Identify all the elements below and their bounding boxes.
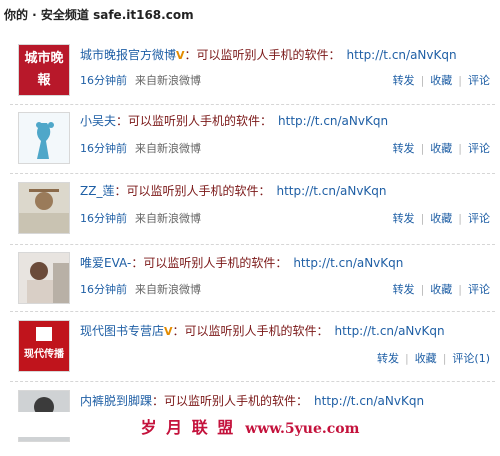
post-source: 来自新浪微博 bbox=[135, 212, 201, 225]
post-link[interactable]: http://t.cn/aNvKqn bbox=[293, 256, 403, 270]
post-message: ：可以监听别人手机的软件： bbox=[184, 48, 341, 62]
post-message: ：可以监听别人手机的软件： bbox=[116, 114, 273, 128]
avatar[interactable] bbox=[18, 182, 70, 234]
comment-button[interactable]: 评论(1) bbox=[452, 352, 490, 365]
top-bar: 你的 · 安全频道 safe.it168.com bbox=[0, 0, 500, 28]
user-name[interactable]: 内裤脱到脚踝 bbox=[80, 394, 152, 408]
post-link[interactable]: http://t.cn/aNvKqn bbox=[276, 184, 386, 198]
post-link[interactable]: http://t.cn/aNvKqn bbox=[278, 114, 388, 128]
comment-button[interactable]: 评论 bbox=[468, 283, 490, 296]
user-name[interactable]: 城市晚报官方微博 bbox=[80, 48, 176, 62]
post-link[interactable]: http://t.cn/aNvKqn bbox=[347, 48, 457, 62]
verified-badge-icon: V bbox=[164, 325, 173, 338]
post-time[interactable]: 16分钟前 bbox=[80, 212, 127, 225]
avatar[interactable] bbox=[18, 112, 70, 164]
post-time[interactable]: 16分钟前 bbox=[80, 142, 127, 155]
favorite-button[interactable]: 收藏 bbox=[430, 212, 452, 225]
post-message: ：可以监听别人手机的软件： bbox=[114, 184, 271, 198]
feed-item: 小吴夫：可以监听别人手机的软件： http://t.cn/aNvKqn 16分钟前… bbox=[0, 110, 500, 178]
post-source: 来自新浪微博 bbox=[135, 283, 201, 296]
post-link[interactable]: http://t.cn/aNvKqn bbox=[314, 394, 424, 408]
comment-button[interactable]: 评论 bbox=[468, 74, 490, 87]
post-message: ：可以监听别人手机的软件： bbox=[172, 324, 329, 338]
favorite-button[interactable]: 收藏 bbox=[415, 352, 437, 365]
verified-badge-icon: V bbox=[176, 49, 185, 62]
repost-button[interactable]: 转发 bbox=[377, 352, 399, 365]
avatar-logo-text: 现代传播 bbox=[24, 349, 64, 360]
divider bbox=[10, 104, 495, 105]
repost-button[interactable]: 转发 bbox=[393, 212, 415, 225]
avatar-photo-icon bbox=[27, 262, 69, 303]
divider bbox=[10, 173, 495, 174]
post-text: ZZ_莲：可以监听别人手机的软件： http://t.cn/aNvKqn bbox=[80, 182, 387, 199]
post-meta: 16分钟前 来自新浪微博 bbox=[80, 210, 201, 226]
favorite-button[interactable]: 收藏 bbox=[430, 283, 452, 296]
post-actions: 转发 | 收藏 | 评论 bbox=[392, 283, 490, 296]
feed-item: 城市晚報 城市晚报官方微博V：可以监听别人手机的软件： http://t.cn/a… bbox=[0, 40, 500, 108]
repost-button[interactable]: 转发 bbox=[393, 283, 415, 296]
divider bbox=[10, 381, 495, 382]
post-message: ：可以监听别人手机的软件： bbox=[152, 394, 309, 408]
feed-item: 唯爱EVA-：可以监听别人手机的软件： http://t.cn/aNvKqn 16… bbox=[0, 250, 500, 318]
footer-site: www.5yue.com bbox=[245, 421, 360, 437]
feed-item: ZZ_莲：可以监听别人手机的软件： http://t.cn/aNvKqn 16分钟… bbox=[0, 180, 500, 248]
footer-brand-text: 岁 月 联 盟 bbox=[140, 418, 236, 437]
watermark-text: 你的 · 安全频道 safe.it168.com bbox=[4, 8, 194, 22]
post-text: 唯爱EVA-：可以监听别人手机的软件： http://t.cn/aNvKqn bbox=[80, 254, 403, 271]
user-name[interactable]: ZZ_莲 bbox=[80, 184, 114, 198]
user-name[interactable]: 唯爱EVA- bbox=[80, 256, 131, 270]
avatar-logo-mark bbox=[36, 327, 52, 341]
post-actions: 转发 | 收藏 | 评论 bbox=[392, 142, 490, 155]
avatar[interactable]: 现代传播 bbox=[18, 320, 70, 372]
user-name[interactable]: 现代图书专营店 bbox=[80, 324, 164, 338]
user-name[interactable]: 小吴夫 bbox=[80, 114, 116, 128]
post-actions: 转发 | 收藏 | 评论 bbox=[392, 212, 490, 225]
post-meta: 16分钟前 来自新浪微博 bbox=[80, 281, 201, 297]
post-text: 现代图书专营店V：可以监听别人手机的软件： http://t.cn/aNvKqn bbox=[80, 322, 445, 339]
post-actions: 转发 | 收藏 | 评论 bbox=[392, 74, 490, 87]
footer-brand: 岁 月 联 盟 www.5yue.com bbox=[0, 414, 500, 438]
post-link[interactable]: http://t.cn/aNvKqn bbox=[335, 324, 445, 338]
avatar-figure-icon bbox=[36, 122, 54, 159]
post-text: 小吴夫：可以监听别人手机的软件： http://t.cn/aNvKqn bbox=[80, 112, 388, 129]
repost-button[interactable]: 转发 bbox=[393, 142, 415, 155]
divider bbox=[10, 244, 495, 245]
avatar-photo-icon bbox=[19, 189, 69, 233]
post-text: 城市晚报官方微博V：可以监听别人手机的软件： http://t.cn/aNvKqn bbox=[80, 46, 457, 63]
post-source: 来自新浪微博 bbox=[135, 142, 201, 155]
post-text: 内裤脱到脚踝：可以监听别人手机的软件： http://t.cn/aNvKqn bbox=[80, 392, 424, 409]
comment-button[interactable]: 评论 bbox=[468, 142, 490, 155]
post-actions: 转发 | 收藏 | 评论(1) bbox=[376, 352, 490, 365]
avatar-logo-text: 城市晚報 bbox=[24, 51, 64, 88]
favorite-button[interactable]: 收藏 bbox=[430, 142, 452, 155]
post-meta: 16分钟前 来自新浪微博 bbox=[80, 140, 201, 156]
post-message: ：可以监听别人手机的软件： bbox=[131, 256, 288, 270]
avatar[interactable]: 城市晚報 bbox=[18, 44, 70, 96]
favorite-button[interactable]: 收藏 bbox=[430, 74, 452, 87]
comment-button[interactable]: 评论 bbox=[468, 212, 490, 225]
footer-watermark: 岁 月 联 盟 www.5yue.com bbox=[0, 412, 500, 437]
post-time[interactable]: 16分钟前 bbox=[80, 283, 127, 296]
post-time[interactable]: 16分钟前 bbox=[80, 74, 127, 87]
divider bbox=[10, 311, 495, 312]
avatar[interactable] bbox=[18, 252, 70, 304]
feed-item: 现代传播 现代图书专营店V：可以监听别人手机的软件： http://t.cn/aN… bbox=[0, 318, 500, 386]
repost-button[interactable]: 转发 bbox=[393, 74, 415, 87]
post-meta: 16分钟前 来自新浪微博 bbox=[80, 72, 201, 88]
post-source: 来自新浪微博 bbox=[135, 74, 201, 87]
